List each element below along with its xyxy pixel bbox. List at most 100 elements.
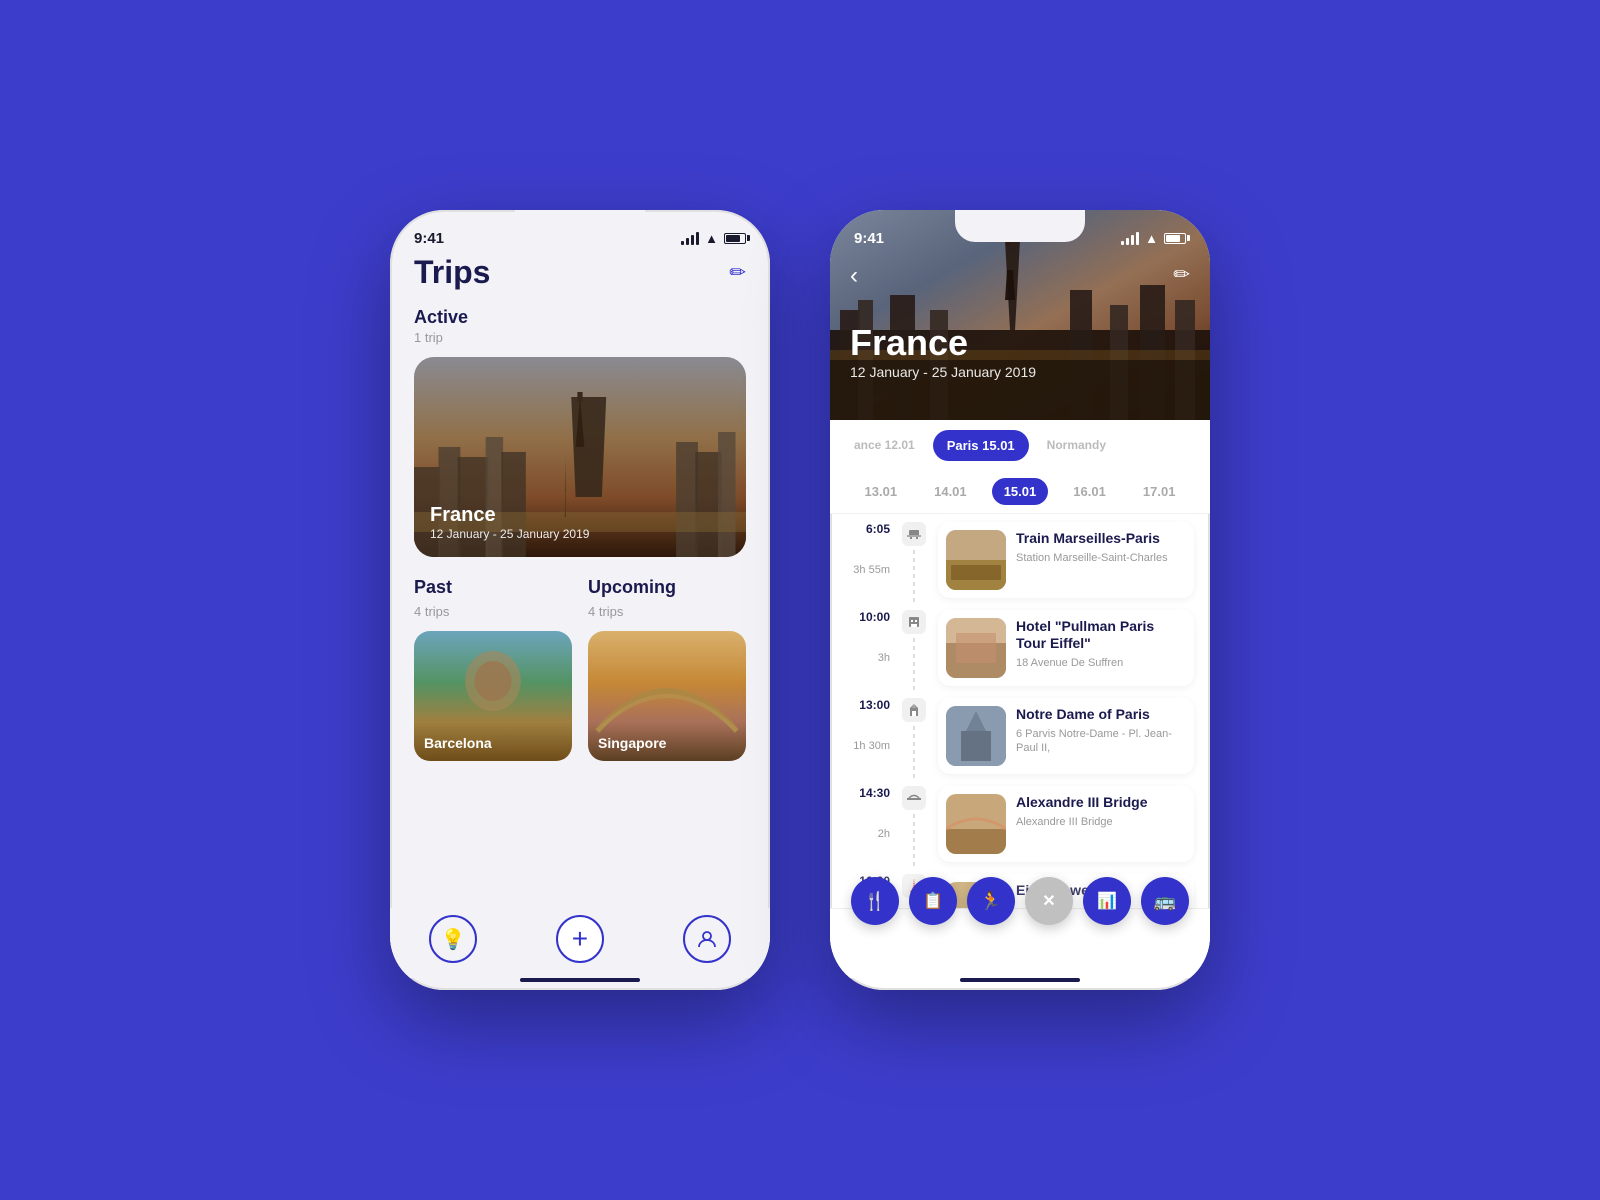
date-1701[interactable]: 17.01 bbox=[1131, 478, 1188, 505]
time-bridge: 14:30 bbox=[859, 786, 890, 800]
hero-edit-icon[interactable]: ✏ bbox=[1173, 262, 1190, 290]
card-hotel[interactable]: Hotel "Pullman Paris Tour Eiffel" 18 Ave… bbox=[938, 610, 1194, 686]
addr-train: Station Marseille-Saint-Charles bbox=[1016, 551, 1186, 565]
hero-section: 9:41 ▲ bbox=[830, 210, 1210, 420]
addr-bridge: Alexandre III Bridge bbox=[1016, 815, 1186, 829]
card-notre[interactable]: Notre Dame of Paris 6 Parvis Notre-Dame … bbox=[938, 698, 1194, 774]
add-icon[interactable]: + bbox=[556, 915, 604, 963]
fab-activity[interactable]: 🏃 bbox=[967, 877, 1015, 925]
status-bar-2: 9:41 ▲ bbox=[830, 210, 1210, 254]
signal-icon-2 bbox=[1121, 232, 1139, 245]
past-count: 4 trips bbox=[414, 604, 572, 619]
status-icons-2: ▲ bbox=[1121, 231, 1186, 246]
fab-area: 🍴 📋 🏃 ✕ 📊 🚌 bbox=[830, 877, 1210, 925]
duration-bridge: 2h bbox=[878, 828, 890, 840]
thumb-train bbox=[946, 530, 1006, 590]
tab-normandy[interactable]: Normandy bbox=[1033, 430, 1120, 460]
upcoming-count: 4 trips bbox=[588, 604, 746, 619]
timeline-line-3 bbox=[913, 726, 915, 782]
schedule-list: 6:05 3h 55m bbox=[830, 514, 1210, 908]
barcelona-card[interactable]: Barcelona bbox=[414, 631, 572, 761]
tab-france[interactable]: ance 12.01 bbox=[840, 430, 929, 460]
nav-discover[interactable]: 💡 bbox=[429, 915, 477, 963]
edit-icon[interactable]: ✏ bbox=[729, 260, 746, 285]
date-1301[interactable]: 13.01 bbox=[853, 478, 910, 505]
active-dates: 12 January - 25 January 2019 bbox=[430, 527, 589, 541]
past-section: Past 4 trips bbox=[414, 577, 572, 884]
signal-icon bbox=[681, 232, 699, 245]
addr-hotel: 18 Avenue De Suffren bbox=[1016, 656, 1186, 670]
schedule-item-train: 6:05 3h 55m bbox=[846, 522, 1194, 606]
fab-transport[interactable]: 🚌 bbox=[1141, 877, 1189, 925]
thumb-notre bbox=[946, 706, 1006, 766]
time-train: 6:05 bbox=[866, 522, 890, 536]
card-bridge[interactable]: Alexandre III Bridge Alexandre III Bridg… bbox=[938, 786, 1194, 862]
bottom-row: Past 4 trips bbox=[414, 577, 746, 884]
past-label: Past bbox=[414, 577, 452, 598]
phone-2: 9:41 ▲ bbox=[830, 210, 1210, 990]
upcoming-label: Upcoming bbox=[588, 577, 676, 598]
date-1601[interactable]: 16.01 bbox=[1061, 478, 1118, 505]
timeline-line-2 bbox=[913, 638, 915, 694]
wifi-icon: ▲ bbox=[705, 231, 718, 246]
hero-nav: ‹ ✏ bbox=[830, 254, 1210, 298]
active-count: 1 trip bbox=[414, 330, 746, 345]
battery-icon-2 bbox=[1164, 233, 1186, 244]
phone2-content: 9:41 ▲ bbox=[830, 210, 1210, 908]
active-card-text: France 12 January - 25 January 2019 bbox=[430, 504, 589, 541]
fab-close[interactable]: ✕ bbox=[1025, 877, 1073, 925]
home-indicator-2 bbox=[960, 978, 1080, 982]
singapore-card[interactable]: Singapore bbox=[588, 631, 746, 761]
nav-add[interactable]: + bbox=[556, 915, 604, 963]
card-train[interactable]: Train Marseilles-Paris Station Marseille… bbox=[938, 522, 1194, 598]
duration-notre: 1h 30m bbox=[853, 740, 890, 752]
page-title: Trips bbox=[414, 254, 490, 291]
date-pills: 13.01 14.01 15.01 16.01 17.01 bbox=[830, 470, 1210, 514]
profile-icon[interactable] bbox=[683, 915, 731, 963]
status-icons-1: ▲ bbox=[681, 231, 746, 246]
battery-icon bbox=[724, 233, 746, 244]
schedule-item-hotel: 10:00 3h bbox=[846, 610, 1194, 694]
home-indicator-1 bbox=[520, 978, 640, 982]
tabs-scroll: ance 12.01 Paris 15.01 Normandy bbox=[840, 420, 1200, 470]
discover-icon[interactable]: 💡 bbox=[429, 915, 477, 963]
fab-schedule[interactable]: 📊 bbox=[1083, 877, 1131, 925]
status-bar-1: 9:41 ▲ bbox=[390, 210, 770, 254]
bottom-nav: 💡 + bbox=[390, 908, 770, 978]
icon-hotel bbox=[902, 610, 926, 634]
page-header: Trips ✏ bbox=[414, 254, 746, 291]
active-city: France bbox=[430, 504, 589, 527]
timeline-line-1 bbox=[913, 550, 915, 606]
location-tabs: ance 12.01 Paris 15.01 Normandy bbox=[830, 420, 1210, 470]
singapore-label: Singapore bbox=[598, 735, 666, 751]
back-button[interactable]: ‹ bbox=[850, 262, 858, 290]
thumb-bridge bbox=[946, 794, 1006, 854]
hero-title: France 12 January - 25 January 2019 bbox=[850, 322, 1036, 380]
nav-profile[interactable] bbox=[683, 915, 731, 963]
icon-train bbox=[902, 522, 926, 546]
name-bridge: Alexandre III Bridge bbox=[1016, 794, 1186, 811]
schedule-item-notre: 13:00 1h 30m bbox=[846, 698, 1194, 782]
phone-1: 9:41 ▲ Trips ✏ Activ bbox=[390, 210, 770, 990]
status-time-2: 9:41 bbox=[854, 230, 884, 247]
phone1-content: Trips ✏ Active 1 trip bbox=[390, 254, 770, 908]
hero-city: France bbox=[850, 322, 1036, 364]
upcoming-section: Upcoming 4 trips bbox=[588, 577, 746, 884]
name-train: Train Marseilles-Paris bbox=[1016, 530, 1186, 547]
duration-hotel: 3h bbox=[878, 652, 890, 664]
time-notre: 13:00 bbox=[859, 698, 890, 712]
timeline-line-4 bbox=[913, 814, 915, 870]
tab-paris[interactable]: Paris 15.01 bbox=[933, 430, 1029, 461]
date-1401[interactable]: 14.01 bbox=[922, 478, 979, 505]
date-1501[interactable]: 15.01 bbox=[992, 478, 1049, 505]
active-label: Active bbox=[414, 307, 746, 328]
hero-dates: 12 January - 25 January 2019 bbox=[850, 364, 1036, 380]
thumb-hotel bbox=[946, 618, 1006, 678]
fab-restaurant[interactable]: 🍴 bbox=[851, 877, 899, 925]
name-hotel: Hotel "Pullman Paris Tour Eiffel" bbox=[1016, 618, 1186, 652]
active-trip-card[interactable]: France 12 January - 25 January 2019 bbox=[414, 357, 746, 557]
time-hotel: 10:00 bbox=[859, 610, 890, 624]
duration-train: 3h 55m bbox=[853, 564, 890, 576]
fab-note[interactable]: 📋 bbox=[909, 877, 957, 925]
icon-bridge bbox=[902, 786, 926, 810]
